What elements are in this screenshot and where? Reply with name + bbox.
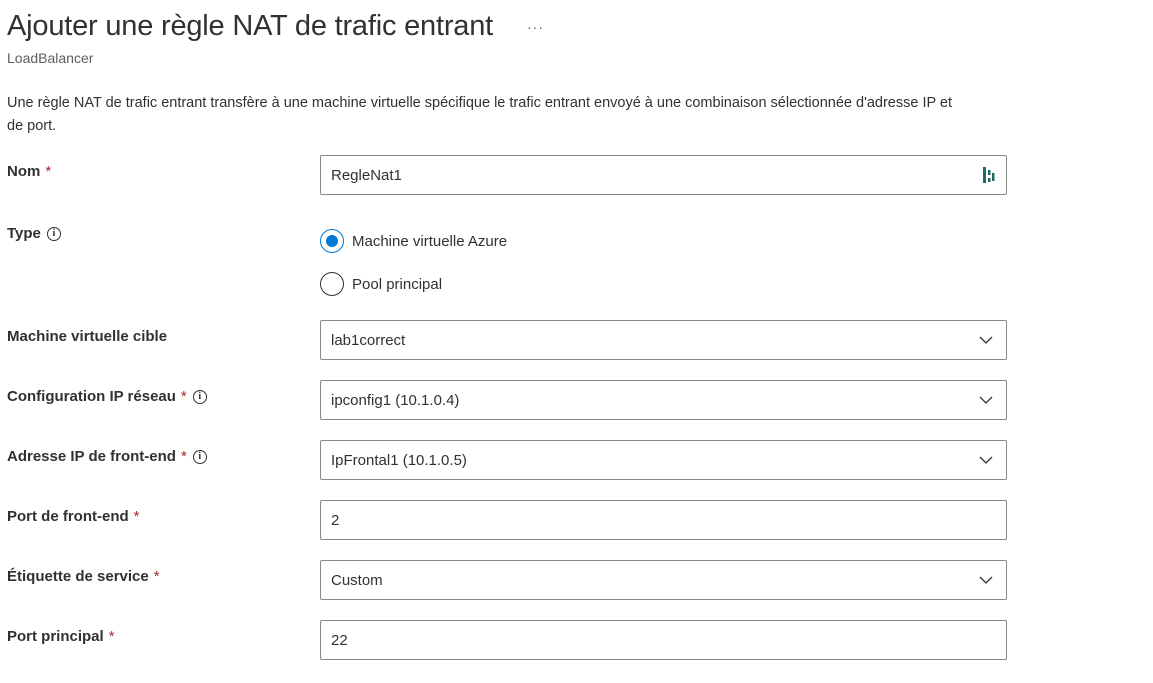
info-icon[interactable]: i (192, 389, 207, 404)
service-tag-label-text: Étiquette de service (7, 568, 149, 585)
service-tag-dropdown[interactable]: Custom (320, 560, 1007, 600)
target-vm-label-text: Machine virtuelle cible (7, 328, 168, 345)
name-row: Nom * RegleNat1 (7, 155, 1007, 195)
radio-button-checked[interactable] (320, 229, 344, 253)
radio-azure-vm-label: Machine virtuelle Azure (352, 232, 508, 250)
backend-port-value: 22 (331, 631, 348, 649)
more-options-button[interactable]: ··· (523, 17, 548, 37)
title-row: Ajouter une règle NAT de trafic entrant … (7, 6, 548, 46)
frontend-ip-dropdown[interactable]: IpFrontal1 (10.1.0.5) (320, 440, 1007, 480)
ip-config-value: ipconfig1 (10.1.0.4) (331, 391, 460, 409)
radio-backend-pool[interactable]: Pool principal (320, 271, 507, 297)
frontend-ip-label-text: Adresse IP de front-end (7, 448, 176, 465)
target-vm-value: lab1correct (331, 331, 406, 349)
type-label: Type i (7, 225, 61, 242)
service-tag-row: Étiquette de service * Custom (7, 560, 1007, 600)
required-asterisk: * (133, 508, 140, 525)
target-vm-dropdown[interactable]: lab1correct (320, 320, 1007, 360)
frontend-ip-row: Adresse IP de front-end * i IpFrontal1 (… (7, 440, 1007, 480)
type-row: Type i Machine virtuelle Azure Pool prin… (7, 220, 1007, 310)
backend-port-input[interactable]: 22 (320, 620, 1007, 660)
backend-port-label: Port principal * (7, 628, 115, 645)
name-input[interactable]: RegleNat1 (320, 155, 1007, 195)
type-radio-group: Machine virtuelle Azure Pool principal (320, 228, 507, 297)
ip-config-label: Configuration IP réseau * i (7, 388, 207, 405)
required-asterisk: * (180, 388, 187, 405)
chevron-down-icon (966, 441, 1006, 479)
chevron-down-icon (966, 561, 1006, 599)
info-icon[interactable]: i (192, 449, 207, 464)
backend-port-label-text: Port principal (7, 628, 104, 645)
ip-config-label-text: Configuration IP réseau (7, 388, 176, 405)
target-vm-label: Machine virtuelle cible (7, 328, 167, 345)
frontend-ip-label: Adresse IP de front-end * i (7, 448, 207, 465)
service-tag-label: Étiquette de service * (7, 568, 160, 585)
name-input-value: RegleNat1 (331, 166, 402, 184)
frontend-port-value: 2 (331, 511, 340, 529)
frontend-ip-value: IpFrontal1 (10.1.0.5) (331, 451, 467, 469)
required-asterisk: * (153, 568, 160, 585)
backend-port-row: Port principal * 22 (7, 620, 1007, 660)
info-icon[interactable]: i (46, 226, 61, 241)
required-asterisk: * (45, 163, 52, 180)
page-description: Une règle NAT de trafic entrant transfèr… (7, 95, 953, 134)
chevron-down-icon (966, 381, 1006, 419)
password-manager-icon[interactable] (972, 166, 1006, 184)
ip-config-row: Configuration IP réseau * i ipconfig1 (1… (7, 380, 1007, 420)
radio-backend-pool-label: Pool principal (352, 275, 443, 293)
ip-config-dropdown[interactable]: ipconfig1 (10.1.0.4) (320, 380, 1007, 420)
service-tag-value: Custom (331, 571, 383, 589)
page-header: Ajouter une règle NAT de trafic entrant … (7, 6, 548, 68)
type-label-text: Type (7, 225, 41, 242)
frontend-port-label-text: Port de front-end (7, 508, 129, 525)
page-subtitle: LoadBalancer (7, 50, 94, 66)
page-title: Ajouter une règle NAT de trafic entrant (7, 10, 494, 42)
radio-azure-vm[interactable]: Machine virtuelle Azure (320, 228, 507, 254)
frontend-port-row: Port de front-end * 2 (7, 500, 1007, 540)
radio-button-unchecked[interactable] (320, 272, 344, 296)
required-asterisk: * (180, 448, 187, 465)
name-label-text: Nom (7, 163, 41, 180)
chevron-down-icon (966, 321, 1006, 359)
target-vm-row: Machine virtuelle cible lab1correct (7, 320, 1007, 360)
frontend-port-input[interactable]: 2 (320, 500, 1007, 540)
required-asterisk: * (108, 628, 115, 645)
radio-dot (326, 235, 338, 247)
frontend-port-label: Port de front-end * (7, 508, 140, 525)
name-label: Nom * (7, 163, 51, 180)
